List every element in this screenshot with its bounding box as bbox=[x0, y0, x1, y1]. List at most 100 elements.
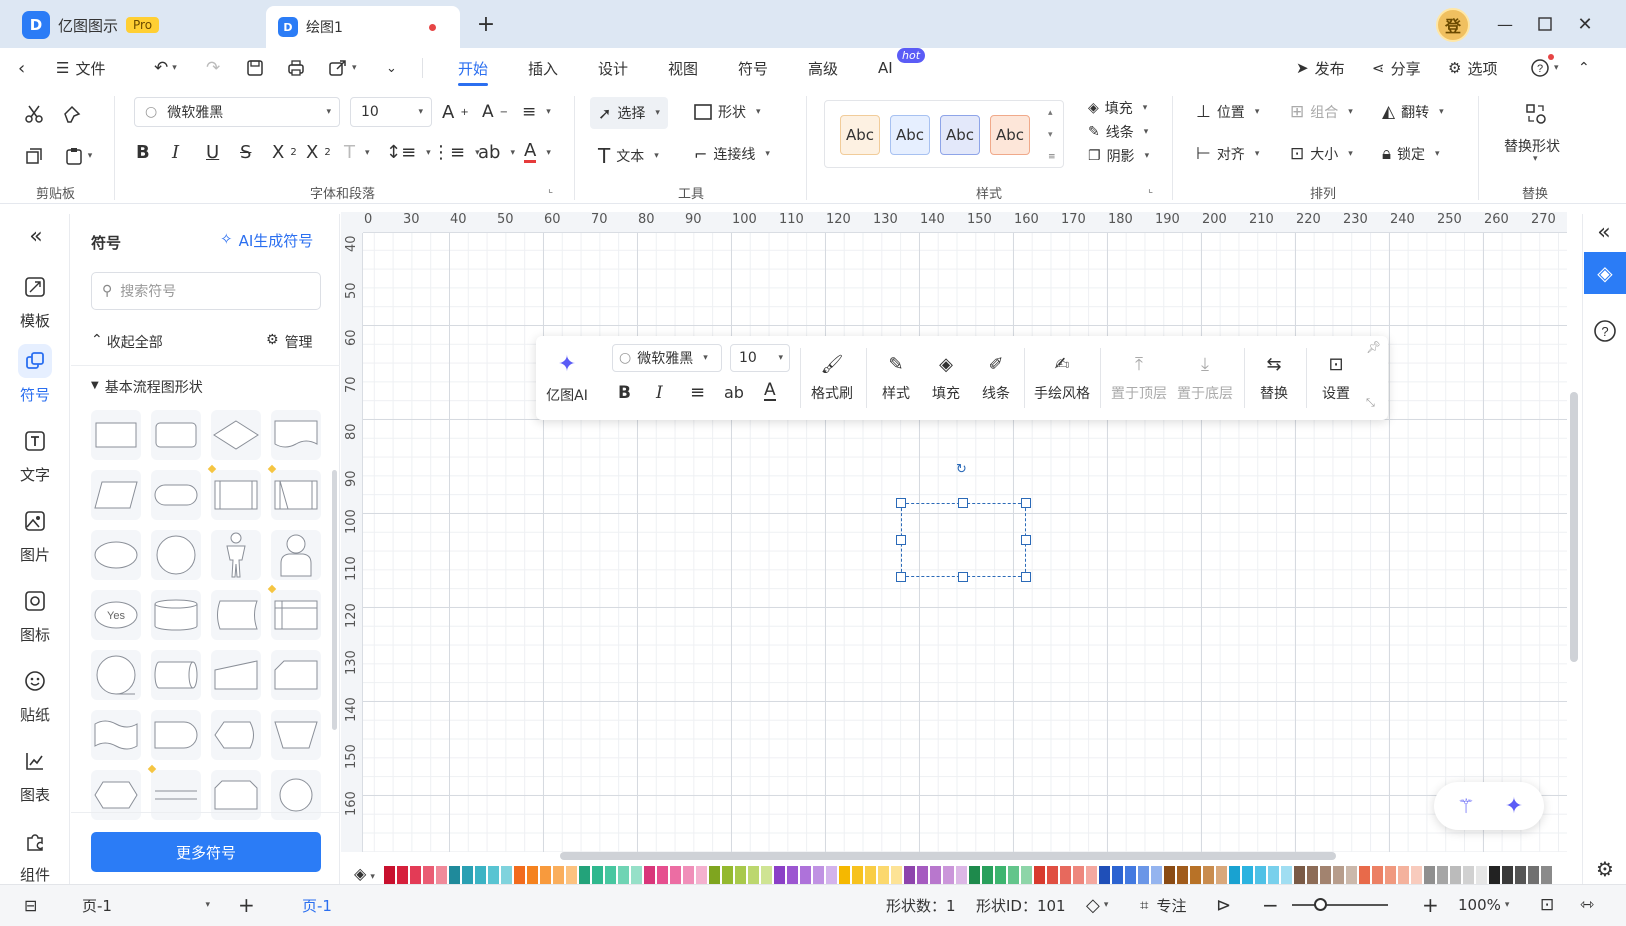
help-icon[interactable]: ? ▾ bbox=[1530, 48, 1559, 88]
tab-home[interactable]: 开始 bbox=[458, 48, 489, 88]
maximize-icon[interactable] bbox=[1532, 12, 1558, 36]
color-swatch[interactable] bbox=[1398, 866, 1409, 884]
color-swatch[interactable] bbox=[748, 866, 759, 884]
zoom-slider[interactable] bbox=[1292, 904, 1388, 906]
fill-button[interactable]: ◈ 填充 ▾ bbox=[1088, 98, 1147, 118]
collapse-all-button[interactable]: ⌃ 收起全部 bbox=[91, 332, 163, 352]
publish-button[interactable]: ➤ 发布 bbox=[1296, 48, 1345, 88]
shape-document[interactable] bbox=[271, 410, 321, 460]
sidebar-item-components[interactable]: 组件 bbox=[0, 824, 70, 885]
increase-font-icon[interactable]: A + bbox=[442, 102, 469, 123]
document-tab[interactable]: D 绘图1 bbox=[266, 6, 460, 48]
shape-yes-decision[interactable]: Yes bbox=[91, 590, 141, 640]
format-painter-icon[interactable] bbox=[58, 100, 86, 128]
tab-symbols[interactable]: 符号 bbox=[738, 48, 768, 88]
zoom-level[interactable]: 100% ▾ bbox=[1458, 884, 1509, 926]
color-swatch[interactable] bbox=[1034, 866, 1045, 884]
color-swatch[interactable] bbox=[397, 866, 408, 884]
line-button[interactable]: ✎ 线条 ▾ bbox=[1088, 122, 1148, 142]
app-tab[interactable]: D 亿图图示 Pro bbox=[22, 10, 160, 40]
zoom-in-icon[interactable]: + bbox=[1422, 884, 1439, 926]
resize-handle[interactable] bbox=[958, 572, 968, 582]
collapse-ribbon-icon[interactable]: ⌃ bbox=[1578, 48, 1590, 88]
subscript-icon[interactable]: X2 bbox=[306, 142, 331, 163]
color-swatch[interactable] bbox=[1489, 866, 1500, 884]
rotate-handle-icon[interactable]: ↻ bbox=[956, 462, 967, 477]
send-to-back-button[interactable]: ⤓ 置于底层 bbox=[1174, 336, 1236, 420]
print-icon[interactable] bbox=[286, 48, 306, 88]
ai-assistant-button[interactable]: ✦ 亿图AI bbox=[542, 336, 592, 420]
color-swatch[interactable] bbox=[1372, 866, 1383, 884]
lock-button[interactable]: 🔒︎ 锁定 ▾ bbox=[1382, 144, 1440, 164]
color-swatch[interactable] bbox=[800, 866, 811, 884]
sidebar-item-stickers[interactable]: 贴纸 bbox=[0, 664, 70, 725]
italic-icon[interactable]: I bbox=[172, 142, 179, 163]
fit-page-icon[interactable]: ⊡ bbox=[1540, 884, 1554, 926]
size-button[interactable]: ⊡ 大小 ▾ bbox=[1290, 144, 1353, 164]
color-swatch[interactable] bbox=[657, 866, 668, 884]
color-swatch[interactable] bbox=[1086, 866, 1097, 884]
color-swatch[interactable] bbox=[1008, 866, 1019, 884]
layers-icon[interactable]: ◇ ▾ bbox=[1086, 884, 1108, 926]
options-button[interactable]: ⚙ 选项 bbox=[1448, 48, 1497, 88]
color-swatch[interactable] bbox=[813, 866, 824, 884]
shape-stored-data[interactable] bbox=[211, 590, 261, 640]
color-swatch[interactable] bbox=[1021, 866, 1032, 884]
color-swatch[interactable] bbox=[722, 866, 733, 884]
selected-rectangle-shape[interactable] bbox=[901, 503, 1026, 577]
shape-data[interactable] bbox=[91, 470, 141, 520]
shape-tool-button[interactable]: 形状 ▾ bbox=[694, 102, 761, 122]
color-swatch[interactable] bbox=[605, 866, 616, 884]
shrink-toolbar-icon[interactable]: ⤡ bbox=[1366, 396, 1375, 410]
color-swatch[interactable] bbox=[709, 866, 720, 884]
ai-generate-symbol-button[interactable]: ✧ AI生成符号 bbox=[220, 230, 313, 251]
tab-view[interactable]: 视图 bbox=[668, 48, 698, 88]
copy-icon[interactable] bbox=[20, 142, 48, 170]
add-page-icon[interactable]: + bbox=[238, 884, 255, 926]
color-swatch[interactable] bbox=[761, 866, 772, 884]
color-swatch[interactable] bbox=[1437, 866, 1448, 884]
text-effect-icon[interactable]: T ▾ bbox=[344, 142, 370, 163]
color-swatch[interactable] bbox=[696, 866, 707, 884]
color-swatch[interactable] bbox=[566, 866, 577, 884]
color-swatch[interactable] bbox=[1125, 866, 1136, 884]
shape-actor[interactable] bbox=[211, 530, 261, 580]
color-swatch[interactable] bbox=[1060, 866, 1071, 884]
float-line-button[interactable]: ✐ 线条 bbox=[974, 336, 1018, 420]
bullet-list-icon[interactable]: ⋮≡ ▾ bbox=[432, 142, 480, 163]
color-swatch[interactable] bbox=[410, 866, 421, 884]
color-swatch[interactable] bbox=[553, 866, 564, 884]
line-spacing-icon[interactable]: ↕≡ ▾ bbox=[386, 142, 431, 163]
more-chevron-icon[interactable]: ⌄ bbox=[386, 48, 397, 88]
color-swatch[interactable] bbox=[1268, 866, 1279, 884]
style-preset-2[interactable]: Abc bbox=[890, 115, 930, 155]
color-swatch[interactable] bbox=[1541, 866, 1552, 884]
color-swatch[interactable] bbox=[592, 866, 603, 884]
color-swatch[interactable] bbox=[579, 866, 590, 884]
page-layout-icon[interactable]: ⊟ bbox=[24, 884, 37, 926]
superscript-icon[interactable]: X2 bbox=[272, 142, 297, 163]
color-swatch[interactable] bbox=[631, 866, 642, 884]
shape-rounded-rect[interactable] bbox=[151, 410, 201, 460]
color-swatch[interactable] bbox=[527, 866, 538, 884]
color-swatch[interactable] bbox=[995, 866, 1006, 884]
color-swatch[interactable] bbox=[735, 866, 746, 884]
bold-icon[interactable]: B bbox=[136, 142, 150, 163]
gallery-scroll-icon[interactable]: ▴ ▾ ≡ bbox=[1048, 102, 1056, 168]
canvas-horizontal-scrollbar[interactable] bbox=[560, 852, 1336, 860]
color-swatch[interactable] bbox=[1164, 866, 1175, 884]
color-swatch[interactable] bbox=[423, 866, 434, 884]
color-swatch[interactable] bbox=[1528, 866, 1539, 884]
save-icon[interactable] bbox=[246, 48, 264, 88]
color-swatch[interactable] bbox=[839, 866, 850, 884]
shape-manual-input[interactable] bbox=[211, 650, 261, 700]
color-swatch[interactable] bbox=[774, 866, 785, 884]
color-swatch[interactable] bbox=[826, 866, 837, 884]
color-swatch[interactable] bbox=[1190, 866, 1201, 884]
select-tool-button[interactable]: ➚ 选择 ▾ bbox=[590, 97, 668, 129]
page-tab[interactable]: 页-1 bbox=[302, 884, 332, 926]
float-bold-icon[interactable]: B bbox=[618, 383, 631, 403]
underline-icon[interactable]: U bbox=[206, 142, 219, 163]
flip-button[interactable]: ◭ 翻转 ▾ bbox=[1382, 102, 1444, 122]
color-swatch[interactable] bbox=[982, 866, 993, 884]
